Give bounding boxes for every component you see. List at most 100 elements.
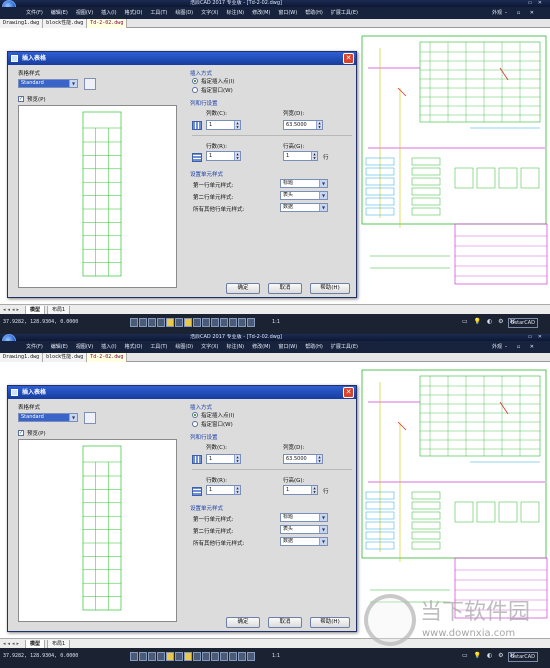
spinner-icon[interactable]: ▲ ▼ [316,455,322,463]
menu-extend-tools[interactable]: 扩展工具(E) [331,344,358,350]
snap-icon[interactable] [130,652,138,661]
menu-modify[interactable]: 修改(M) [252,10,270,16]
preview-checkbox[interactable]: ✓ [18,430,24,436]
columns-input[interactable]: 1 ▲ ▼ [206,120,241,130]
spinner-icon[interactable]: ▲ ▼ [234,455,240,463]
spinner-icon[interactable]: ▲ ▼ [234,486,240,494]
osnap-icon[interactable] [166,652,174,661]
am-icon[interactable] [238,652,246,661]
menu-dimension[interactable]: 标注(N) [226,344,244,350]
dyn-icon[interactable] [193,318,201,327]
menu-extend-tools[interactable]: 扩展工具(E) [331,10,358,16]
menu-format[interactable]: 格式(O) [125,344,143,350]
am-icon[interactable] [238,318,246,327]
table-style-edit-button[interactable] [84,78,96,90]
sc-icon[interactable] [229,318,237,327]
snap-icon[interactable] [130,318,138,327]
menu-text[interactable]: 文字(X) [201,10,218,16]
tp-icon[interactable] [247,652,255,661]
ok-button[interactable]: 确定 [226,283,260,294]
other-rows-select[interactable]: 数据 ▼ [280,203,328,212]
cancel-button[interactable]: 取消 [268,617,302,628]
close-button[interactable]: ✕ [343,387,354,398]
grid-icon[interactable] [139,318,147,327]
workspace-label[interactable]: 外观 [492,7,502,19]
menu-window[interactable]: 窗口(W) [278,10,297,16]
menu-modify[interactable]: 修改(M) [252,344,270,350]
dyn-icon[interactable] [193,652,201,661]
ortho-icon[interactable] [148,652,156,661]
menu-file[interactable]: 文件(F) [26,344,43,350]
dialog-title-bar[interactable]: 插入表格 ✕ [8,386,356,399]
ortho-icon[interactable] [148,318,156,327]
insert-window-radio[interactable] [192,421,198,427]
ok-button[interactable]: 确定 [226,617,260,628]
other-rows-select[interactable]: 数据 ▼ [280,537,328,546]
qp-icon[interactable] [220,318,228,327]
spinner-icon[interactable]: ▲ ▼ [311,152,317,160]
menu-help[interactable]: 帮助(H) [305,344,323,350]
doc-window-controls[interactable]: – ▫ ✕ [505,341,538,353]
lineweight-icon[interactable] [184,318,192,327]
table-style-select[interactable]: Standard ▼ [18,413,78,422]
menu-draw[interactable]: 绘图(D) [175,344,193,350]
menu-format[interactable]: 格式(O) [125,10,143,16]
menu-help[interactable]: 帮助(H) [305,10,323,16]
menu-insert[interactable]: 插入(I) [101,344,116,350]
doc-tab-drawing1[interactable]: Drawing1.dwg [0,19,44,28]
second-row-select[interactable]: 表头 ▼ [280,191,328,200]
col-width-input[interactable]: 63.5000 ▲ ▼ [283,454,323,464]
workspace-label[interactable]: 外观 [492,341,502,353]
menu-text[interactable]: 文字(X) [201,344,218,350]
doc-tab-block[interactable]: block性能.dwg [43,19,88,28]
grid-icon[interactable] [139,652,147,661]
window-controls[interactable]: ▭ ✕ [527,0,544,7]
help-button[interactable]: 帮助(H) [310,283,350,294]
annotation-scale[interactable]: 1:1 [272,319,280,325]
menu-tools[interactable]: 工具(T) [150,10,167,16]
otrack-icon[interactable] [175,318,183,327]
row-height-input[interactable]: 1 ▲ ▼ [283,151,318,161]
spinner-icon[interactable]: ▲ ▼ [311,486,317,494]
spinner-icon[interactable]: ▲ ▼ [234,121,240,129]
menu-dimension[interactable]: 标注(N) [226,10,244,16]
otrack-icon[interactable] [175,652,183,661]
dialog-title-bar[interactable]: 插入表格 ✕ [8,52,356,65]
table-style-select[interactable]: Standard ▼ [18,79,78,88]
menu-view[interactable]: 视图(V) [76,344,93,350]
window-controls[interactable]: ▭ ✕ [527,334,544,341]
lineweight-icon[interactable] [184,652,192,661]
help-button[interactable]: 帮助(H) [310,617,350,628]
doc-window-controls[interactable]: – ▫ ✕ [505,7,538,19]
menu-tools[interactable]: 工具(T) [150,344,167,350]
cancel-button[interactable]: 取消 [268,283,302,294]
doc-tab-td[interactable]: Td-2-02.dwg [87,353,128,362]
insert-point-radio[interactable] [192,412,198,418]
menu-view[interactable]: 视图(V) [76,10,93,16]
preview-checkbox[interactable]: ✓ [18,96,24,102]
first-row-select[interactable]: 标题 ▼ [280,179,328,188]
doc-tab-td[interactable]: Td-2-02.dwg [87,19,128,28]
annotation-icon[interactable] [211,318,219,327]
menu-insert[interactable]: 插入(I) [101,10,116,16]
menu-edit[interactable]: 编辑(E) [51,10,68,16]
sc-icon[interactable] [229,652,237,661]
insert-window-radio[interactable] [192,87,198,93]
doc-tab-block[interactable]: block性能.dwg [43,353,88,362]
polar-icon[interactable] [157,652,165,661]
menu-edit[interactable]: 编辑(E) [51,344,68,350]
spinner-icon[interactable]: ▲ ▼ [316,121,322,129]
insert-point-radio[interactable] [192,78,198,84]
rows-input[interactable]: 1 ▲ ▼ [206,485,241,495]
model-icon[interactable] [202,318,210,327]
table-style-edit-button[interactable] [84,412,96,424]
menu-window[interactable]: 窗口(W) [278,344,297,350]
columns-input[interactable]: 1 ▲ ▼ [206,454,241,464]
osnap-icon[interactable] [166,318,174,327]
qp-icon[interactable] [220,652,228,661]
polar-icon[interactable] [157,318,165,327]
spinner-icon[interactable]: ▲ ▼ [234,152,240,160]
close-button[interactable]: ✕ [343,53,354,64]
row-height-input[interactable]: 1 ▲ ▼ [283,485,318,495]
col-width-input[interactable]: 63.5000 ▲ ▼ [283,120,323,130]
